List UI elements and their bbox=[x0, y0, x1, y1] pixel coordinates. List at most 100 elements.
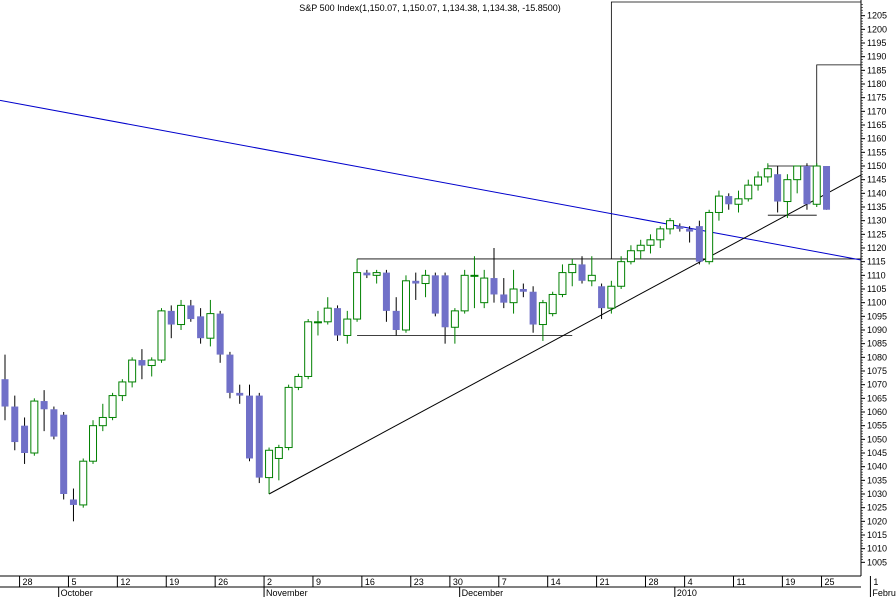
candle-up bbox=[812, 163, 821, 207]
candle-body bbox=[167, 310, 175, 325]
candle-body bbox=[382, 272, 390, 311]
candle-body bbox=[1, 379, 9, 407]
candle-up bbox=[460, 269, 469, 314]
x-month-label: October bbox=[61, 588, 93, 597]
y-tick-label: 1205 bbox=[867, 11, 887, 21]
candle-down bbox=[676, 223, 684, 232]
candle-body bbox=[177, 304, 186, 326]
candle-down bbox=[774, 166, 782, 213]
y-tick-label: 1165 bbox=[867, 120, 886, 130]
candle-body bbox=[40, 401, 48, 410]
candle-body bbox=[157, 310, 166, 361]
y-tick-label: 1125 bbox=[867, 229, 886, 239]
y-tick-label: 1145 bbox=[867, 175, 886, 185]
candle-body bbox=[636, 244, 645, 252]
x-tick-label: 4 bbox=[688, 577, 693, 587]
candle-up bbox=[118, 379, 127, 402]
y-tick-label: 1190 bbox=[867, 52, 886, 62]
y-tick-label: 1140 bbox=[867, 188, 886, 198]
candle-body bbox=[803, 166, 811, 205]
candle-body bbox=[412, 280, 420, 284]
candle-body bbox=[666, 220, 675, 230]
candle-body bbox=[587, 274, 596, 282]
x-tick-label: 28 bbox=[23, 577, 33, 587]
y-tick-label: 1090 bbox=[867, 325, 887, 335]
candle-body bbox=[421, 274, 430, 285]
candle-body bbox=[480, 277, 489, 304]
y-tick-label: 1105 bbox=[867, 284, 886, 294]
y-tick-label: 1035 bbox=[867, 475, 887, 485]
candle-up bbox=[548, 291, 557, 317]
candle-up bbox=[274, 444, 283, 481]
candle-body bbox=[441, 275, 449, 328]
candle-body bbox=[500, 294, 508, 303]
candle-up bbox=[705, 209, 714, 265]
candle-down bbox=[226, 351, 234, 399]
candle-up bbox=[421, 269, 430, 298]
y-tick-label: 1050 bbox=[867, 434, 887, 444]
x-month-label: Februar bbox=[872, 588, 896, 597]
x-tick-label: 16 bbox=[365, 577, 375, 587]
y-tick-label: 1020 bbox=[867, 516, 887, 526]
candle-body bbox=[89, 425, 98, 462]
candle-up bbox=[79, 458, 88, 508]
candle-body bbox=[705, 211, 714, 263]
y-tick-label: 1100 bbox=[867, 298, 886, 308]
candle-body bbox=[558, 272, 567, 295]
x-tick-label: 14 bbox=[551, 577, 561, 587]
candle-down bbox=[441, 272, 449, 344]
candle-up bbox=[558, 264, 567, 298]
candle-body bbox=[519, 289, 527, 292]
chart-title-values: (1,150.07, 1,150.07, 1,134.38, 1,134.38,… bbox=[359, 3, 561, 13]
x-tick-label: 21 bbox=[600, 577, 610, 587]
candle-body bbox=[294, 375, 303, 388]
candle-body bbox=[216, 313, 224, 355]
candle-up bbox=[587, 256, 596, 287]
candle-up bbox=[304, 319, 313, 380]
candle-down bbox=[40, 390, 48, 432]
y-tick-label: 1025 bbox=[867, 503, 887, 513]
candle-up bbox=[646, 234, 655, 254]
x-month-label: December bbox=[462, 588, 504, 597]
y-tick-label: 1180 bbox=[867, 79, 886, 89]
candle-down bbox=[363, 269, 371, 279]
candle-body bbox=[714, 195, 723, 213]
candle-down bbox=[187, 299, 195, 322]
candle-up bbox=[568, 258, 577, 287]
x-tick-label: 19 bbox=[169, 577, 179, 587]
y-tick-label: 1040 bbox=[867, 462, 887, 472]
candle-body bbox=[265, 449, 274, 479]
y-tick-label: 1030 bbox=[867, 489, 887, 499]
candle-up bbox=[636, 239, 645, 259]
x-tick-label: 23 bbox=[414, 577, 424, 587]
candle-down bbox=[216, 310, 224, 363]
candle-up bbox=[783, 174, 792, 218]
candle-body bbox=[334, 308, 342, 336]
candle-up bbox=[89, 420, 98, 464]
box-outline bbox=[816, 64, 861, 166]
y-tick-label: 1065 bbox=[867, 393, 887, 403]
candle-up bbox=[294, 373, 303, 391]
candle-body bbox=[509, 288, 518, 304]
candle-body bbox=[578, 264, 586, 281]
candle-body bbox=[646, 239, 655, 246]
candle-body bbox=[236, 392, 244, 396]
candle-body bbox=[343, 318, 352, 336]
candle-down bbox=[69, 488, 77, 522]
y-tick-label: 1085 bbox=[867, 339, 887, 349]
candle-body bbox=[734, 198, 743, 205]
candle-down bbox=[236, 384, 244, 404]
y-tick-label: 1135 bbox=[867, 202, 886, 212]
candle-body bbox=[812, 165, 821, 205]
x-tick-label: 11 bbox=[737, 577, 746, 587]
x-tick-label: 30 bbox=[453, 577, 463, 587]
candle-body bbox=[607, 285, 616, 309]
candle-body bbox=[60, 414, 68, 494]
candle-body bbox=[460, 274, 469, 312]
candle-body bbox=[128, 359, 137, 383]
candle-down bbox=[167, 305, 175, 339]
candle-up bbox=[30, 398, 39, 456]
candle-down bbox=[412, 272, 420, 300]
candle-up bbox=[265, 447, 274, 494]
candle-up bbox=[372, 269, 381, 284]
